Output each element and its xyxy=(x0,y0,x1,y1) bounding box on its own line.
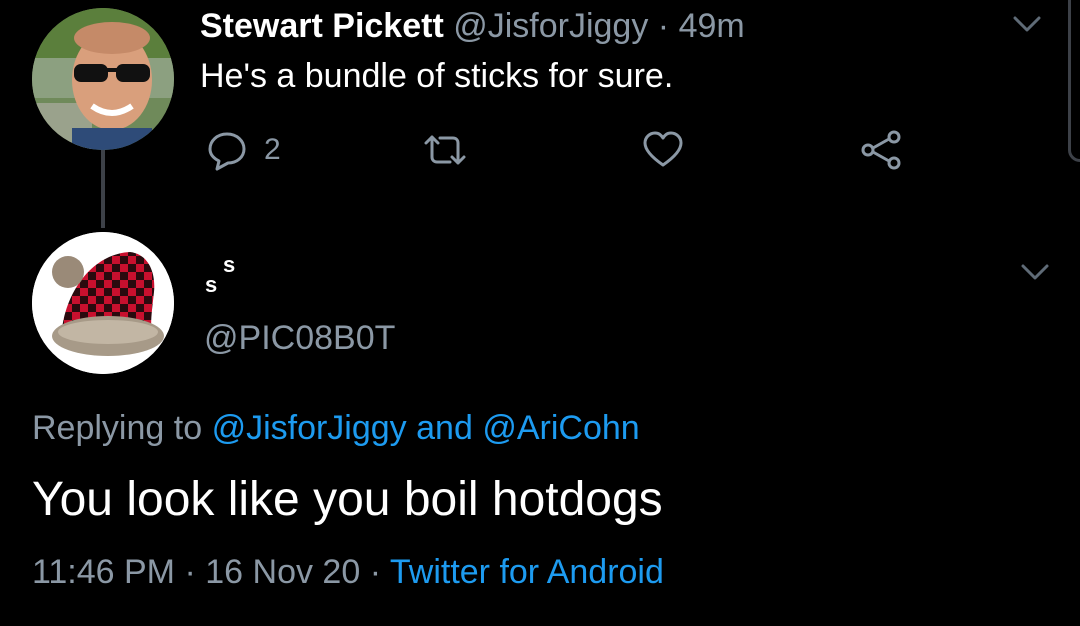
reply-icon xyxy=(208,132,246,171)
tweet-menu-button[interactable] xyxy=(1007,8,1047,38)
reply-count: 2 xyxy=(264,133,281,166)
mention-link-2[interactable]: @AriCohn xyxy=(482,409,639,447)
display-name-part1: s xyxy=(205,272,218,297)
separator-dot: · xyxy=(369,553,382,591)
chevron-down-icon xyxy=(1013,16,1041,32)
reply-button[interactable]: 2 xyxy=(204,126,281,174)
parent-tweet-header: Stewart Pickett @JisforJiggy · 49m xyxy=(200,6,745,46)
tweet-thread: Stewart Pickett @JisforJiggy · 49m He's … xyxy=(0,0,1080,626)
display-name-part2: s xyxy=(223,252,236,277)
retweet-button[interactable] xyxy=(420,126,470,174)
reply-tweet-text: You look like you boil hotdogs xyxy=(32,473,663,526)
tweet-timestamp[interactable]: 11:46 PM xyxy=(32,553,175,591)
mention-and[interactable]: and xyxy=(416,409,473,447)
reply-display-name[interactable]: s s xyxy=(205,252,265,302)
scroll-edge-indicator xyxy=(1068,0,1080,162)
reply-handle[interactable]: @PIC08B0T xyxy=(204,318,395,358)
share-icon xyxy=(861,130,901,170)
share-button[interactable] xyxy=(858,126,904,174)
tweet-time[interactable]: 49m xyxy=(679,7,745,45)
tweet-source-link[interactable]: Twitter for Android xyxy=(390,553,664,591)
tweet-meta: 11:46 PM · 16 Nov 20 · Twitter for Andro… xyxy=(32,552,664,592)
santa-hat-icon xyxy=(32,232,174,374)
reply-tweet-menu-button[interactable] xyxy=(1015,256,1055,286)
like-button[interactable] xyxy=(640,126,686,174)
replying-to: Replying to @JisforJiggy and @AriCohn xyxy=(32,408,640,448)
separator-dot: · xyxy=(657,7,670,45)
heart-icon xyxy=(643,131,683,167)
avatar-pic08b0t[interactable] xyxy=(32,232,174,374)
chevron-down-icon xyxy=(1021,264,1049,280)
author-handle[interactable]: @JisforJiggy xyxy=(453,7,648,45)
mention-link-1[interactable]: @JisforJiggy xyxy=(212,409,407,447)
parent-tweet-text: He's a bundle of sticks for sure. xyxy=(200,57,674,95)
thread-connector-line xyxy=(101,150,105,228)
avatar-stewart-pickett[interactable] xyxy=(32,8,174,150)
author-name[interactable]: Stewart Pickett xyxy=(200,7,444,45)
tweet-date[interactable]: 16 Nov 20 xyxy=(205,553,360,591)
retweet-icon xyxy=(424,135,466,165)
separator-dot: · xyxy=(184,553,196,591)
avatar-photo-icon xyxy=(32,8,174,150)
replying-prefix: Replying to xyxy=(32,409,203,447)
